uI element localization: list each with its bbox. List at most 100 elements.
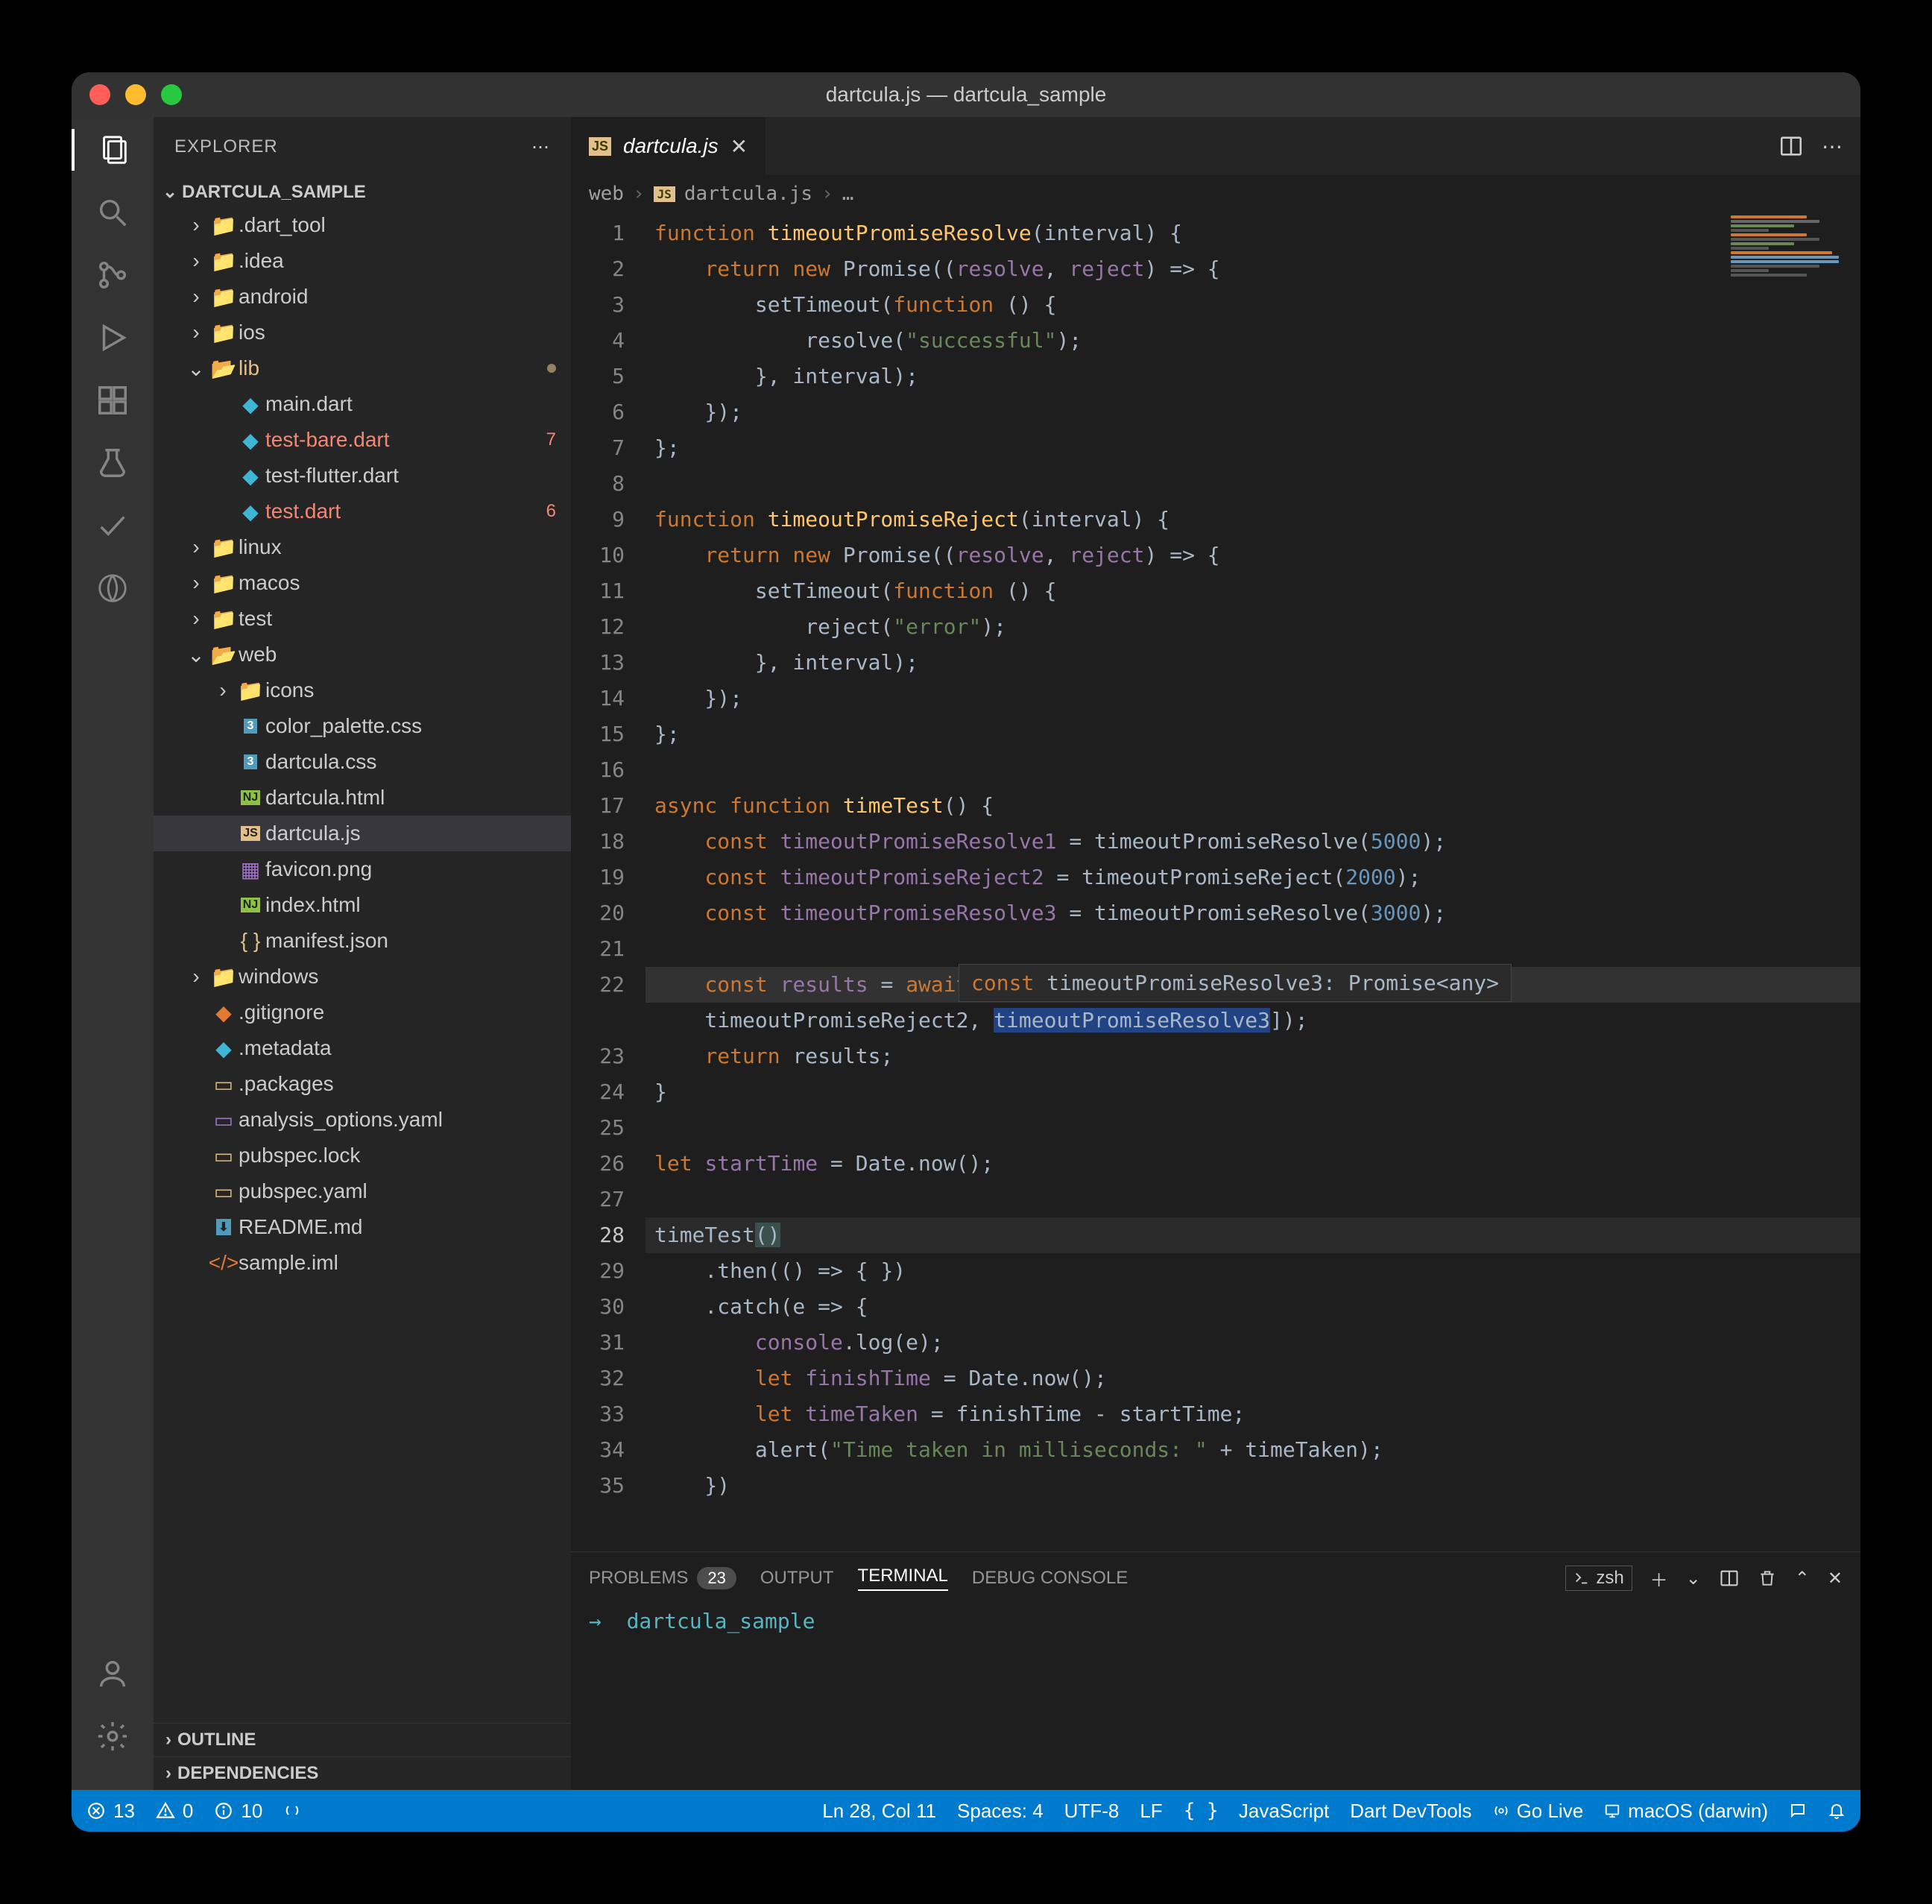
file-tree-item[interactable]: ▭pubspec.lock	[154, 1138, 571, 1173]
close-panel-icon[interactable]: ✕	[1828, 1568, 1843, 1589]
file-tree-item[interactable]: ◆main.dart	[154, 386, 571, 422]
status-spaces[interactable]: Spaces: 4	[957, 1800, 1044, 1823]
code-line[interactable]	[645, 752, 1860, 788]
code-line[interactable]: });	[645, 394, 1860, 430]
split-terminal-icon[interactable]	[1719, 1568, 1740, 1589]
status-bell-icon[interactable]	[1828, 1802, 1846, 1820]
code-line[interactable]: }, interval);	[645, 645, 1860, 681]
file-tree-item[interactable]: NJindex.html	[154, 887, 571, 923]
file-tree-item[interactable]: ›📁ios	[154, 315, 571, 350]
code-line[interactable]	[645, 466, 1860, 502]
code-line[interactable]: let finishTime = Date.now();	[645, 1361, 1860, 1396]
tree-root[interactable]: ⌄ DARTCULA_SAMPLE	[154, 177, 571, 207]
code-content[interactable]: const const timeoutPromiseResolve3: Prom…	[645, 212, 1860, 1551]
file-tree-item[interactable]: ◆.metadata	[154, 1030, 571, 1066]
maximize-panel-icon[interactable]: ⌃	[1795, 1568, 1810, 1589]
close-window-button[interactable]	[89, 84, 110, 105]
code-line[interactable]: let startTime = Date.now();	[645, 1146, 1860, 1182]
code-line[interactable]	[645, 931, 1860, 967]
file-tree-item[interactable]: ▦favicon.png	[154, 851, 571, 887]
file-tree-item[interactable]: ◆.gitignore	[154, 994, 571, 1030]
file-tree-item[interactable]: ▭pubspec.yaml	[154, 1173, 571, 1209]
panel-tab-output[interactable]: OUTPUT	[760, 1568, 834, 1589]
code-line[interactable]: const timeoutPromiseResolve3 = timeoutPr…	[645, 895, 1860, 931]
code-line[interactable]: };	[645, 716, 1860, 752]
terminal-dropdown-icon[interactable]: ⌄	[1686, 1568, 1701, 1589]
status-live-icon[interactable]	[283, 1802, 301, 1820]
code-line[interactable]: timeoutPromiseReject2, timeoutPromiseRes…	[645, 1003, 1860, 1038]
code-line[interactable]: .catch(e => {	[645, 1289, 1860, 1325]
code-line[interactable]: setTimeout(function () {	[645, 287, 1860, 323]
file-tree-item[interactable]: JSdartcula.js	[154, 816, 571, 851]
panel-tab-problems[interactable]: PROBLEMS 23	[589, 1567, 736, 1589]
code-line[interactable]	[645, 1182, 1860, 1217]
code-line[interactable]: })	[645, 1468, 1860, 1504]
status-line-col[interactable]: Ln 28, Col 11	[822, 1800, 936, 1823]
editor[interactable]: 1234567891011121314151617181920212223242…	[571, 212, 1860, 1551]
file-tree-item[interactable]: ›📁macos	[154, 565, 571, 601]
file-tree-item[interactable]: ›📁android	[154, 279, 571, 315]
file-tree-item[interactable]: 3color_palette.css	[154, 708, 571, 744]
file-tree-item[interactable]: ›📁.dart_tool	[154, 207, 571, 243]
file-tree-item[interactable]: ▭analysis_options.yaml	[154, 1102, 571, 1138]
status-warnings[interactable]: 0	[156, 1800, 193, 1823]
code-line[interactable]: resolve("successful");	[645, 323, 1860, 359]
code-line[interactable]: console.log(e);	[645, 1325, 1860, 1361]
panel-tab-debug-console[interactable]: DEBUG CONSOLE	[972, 1568, 1128, 1589]
breadcrumb-item[interactable]: web	[589, 183, 624, 205]
status-info[interactable]: 10	[214, 1800, 262, 1823]
code-line[interactable]: timeTest()	[645, 1217, 1860, 1253]
dependencies-section[interactable]: › DEPENDENCIES	[154, 1756, 571, 1790]
testing-icon[interactable]	[92, 442, 133, 484]
file-tree-item[interactable]: ›📁linux	[154, 529, 571, 565]
code-line[interactable]: return new Promise((resolve, reject) => …	[645, 251, 1860, 287]
file-tree-item[interactable]: ⬇README.md	[154, 1209, 571, 1245]
code-line[interactable]: });	[645, 681, 1860, 716]
status-os[interactable]: macOS (darwin)	[1604, 1800, 1768, 1823]
code-line[interactable]: setTimeout(function () {	[645, 573, 1860, 609]
file-tree-item[interactable]: ⌄📂lib	[154, 350, 571, 386]
settings-gear-icon[interactable]	[92, 1715, 133, 1757]
minimize-window-button[interactable]	[125, 84, 146, 105]
breadcrumb-item[interactable]: …	[842, 183, 854, 205]
panel-tab-terminal[interactable]: TERMINAL	[858, 1566, 948, 1591]
code-line[interactable]: return results;	[645, 1038, 1860, 1074]
terminal[interactable]: → dartcula_sample	[571, 1604, 1860, 1790]
new-terminal-icon[interactable]: ＋	[1650, 1566, 1668, 1592]
file-tree-item[interactable]: ◆test.dart6	[154, 494, 571, 529]
file-tree-item[interactable]: ›📁icons	[154, 672, 571, 708]
file-tree-item[interactable]: ›📁test	[154, 601, 571, 637]
todo-icon[interactable]	[92, 505, 133, 546]
flutter-icon[interactable]	[92, 567, 133, 609]
file-tree-item[interactable]: ›📁windows	[154, 959, 571, 994]
code-line[interactable]: const timeoutPromiseReject2 = timeoutPro…	[645, 860, 1860, 895]
code-line[interactable]: .then(() => { })	[645, 1253, 1860, 1289]
explorer-icon[interactable]	[72, 129, 154, 171]
outline-section[interactable]: › OUTLINE	[154, 1723, 571, 1756]
code-line[interactable]	[645, 1110, 1860, 1146]
code-line[interactable]: reject("error");	[645, 609, 1860, 645]
code-line[interactable]: function timeoutPromiseReject(interval) …	[645, 502, 1860, 538]
sidebar-more-icon[interactable]: ⋯	[531, 136, 550, 158]
status-eol[interactable]: LF	[1140, 1800, 1162, 1823]
breadcrumb-item[interactable]: dartcula.js	[684, 183, 812, 205]
tab-dartcula-js[interactable]: JS dartcula.js ✕	[571, 117, 766, 175]
code-line[interactable]: };	[645, 430, 1860, 466]
status-encoding[interactable]: UTF-8	[1064, 1800, 1120, 1823]
code-line[interactable]: let timeTaken = finishTime - startTime;	[645, 1396, 1860, 1432]
file-tree-item[interactable]: 3dartcula.css	[154, 744, 571, 780]
extensions-icon[interactable]	[92, 379, 133, 421]
source-control-icon[interactable]	[92, 254, 133, 296]
status-feedback-icon[interactable]	[1789, 1802, 1807, 1820]
file-tree-item[interactable]: </>sample.iml	[154, 1245, 571, 1281]
split-editor-icon[interactable]	[1778, 133, 1804, 159]
code-line[interactable]: return new Promise((resolve, reject) => …	[645, 538, 1860, 573]
status-errors[interactable]: 13	[86, 1800, 135, 1823]
tab-close-icon[interactable]: ✕	[730, 134, 748, 159]
code-line[interactable]: }, interval);	[645, 359, 1860, 394]
file-tree-item[interactable]: ›📁.idea	[154, 243, 571, 279]
file-tree-item[interactable]: { }manifest.json	[154, 923, 571, 959]
maximize-window-button[interactable]	[161, 84, 182, 105]
file-tree-item[interactable]: ◆test-bare.dart7	[154, 422, 571, 458]
more-actions-icon[interactable]: ⋯	[1822, 134, 1843, 159]
